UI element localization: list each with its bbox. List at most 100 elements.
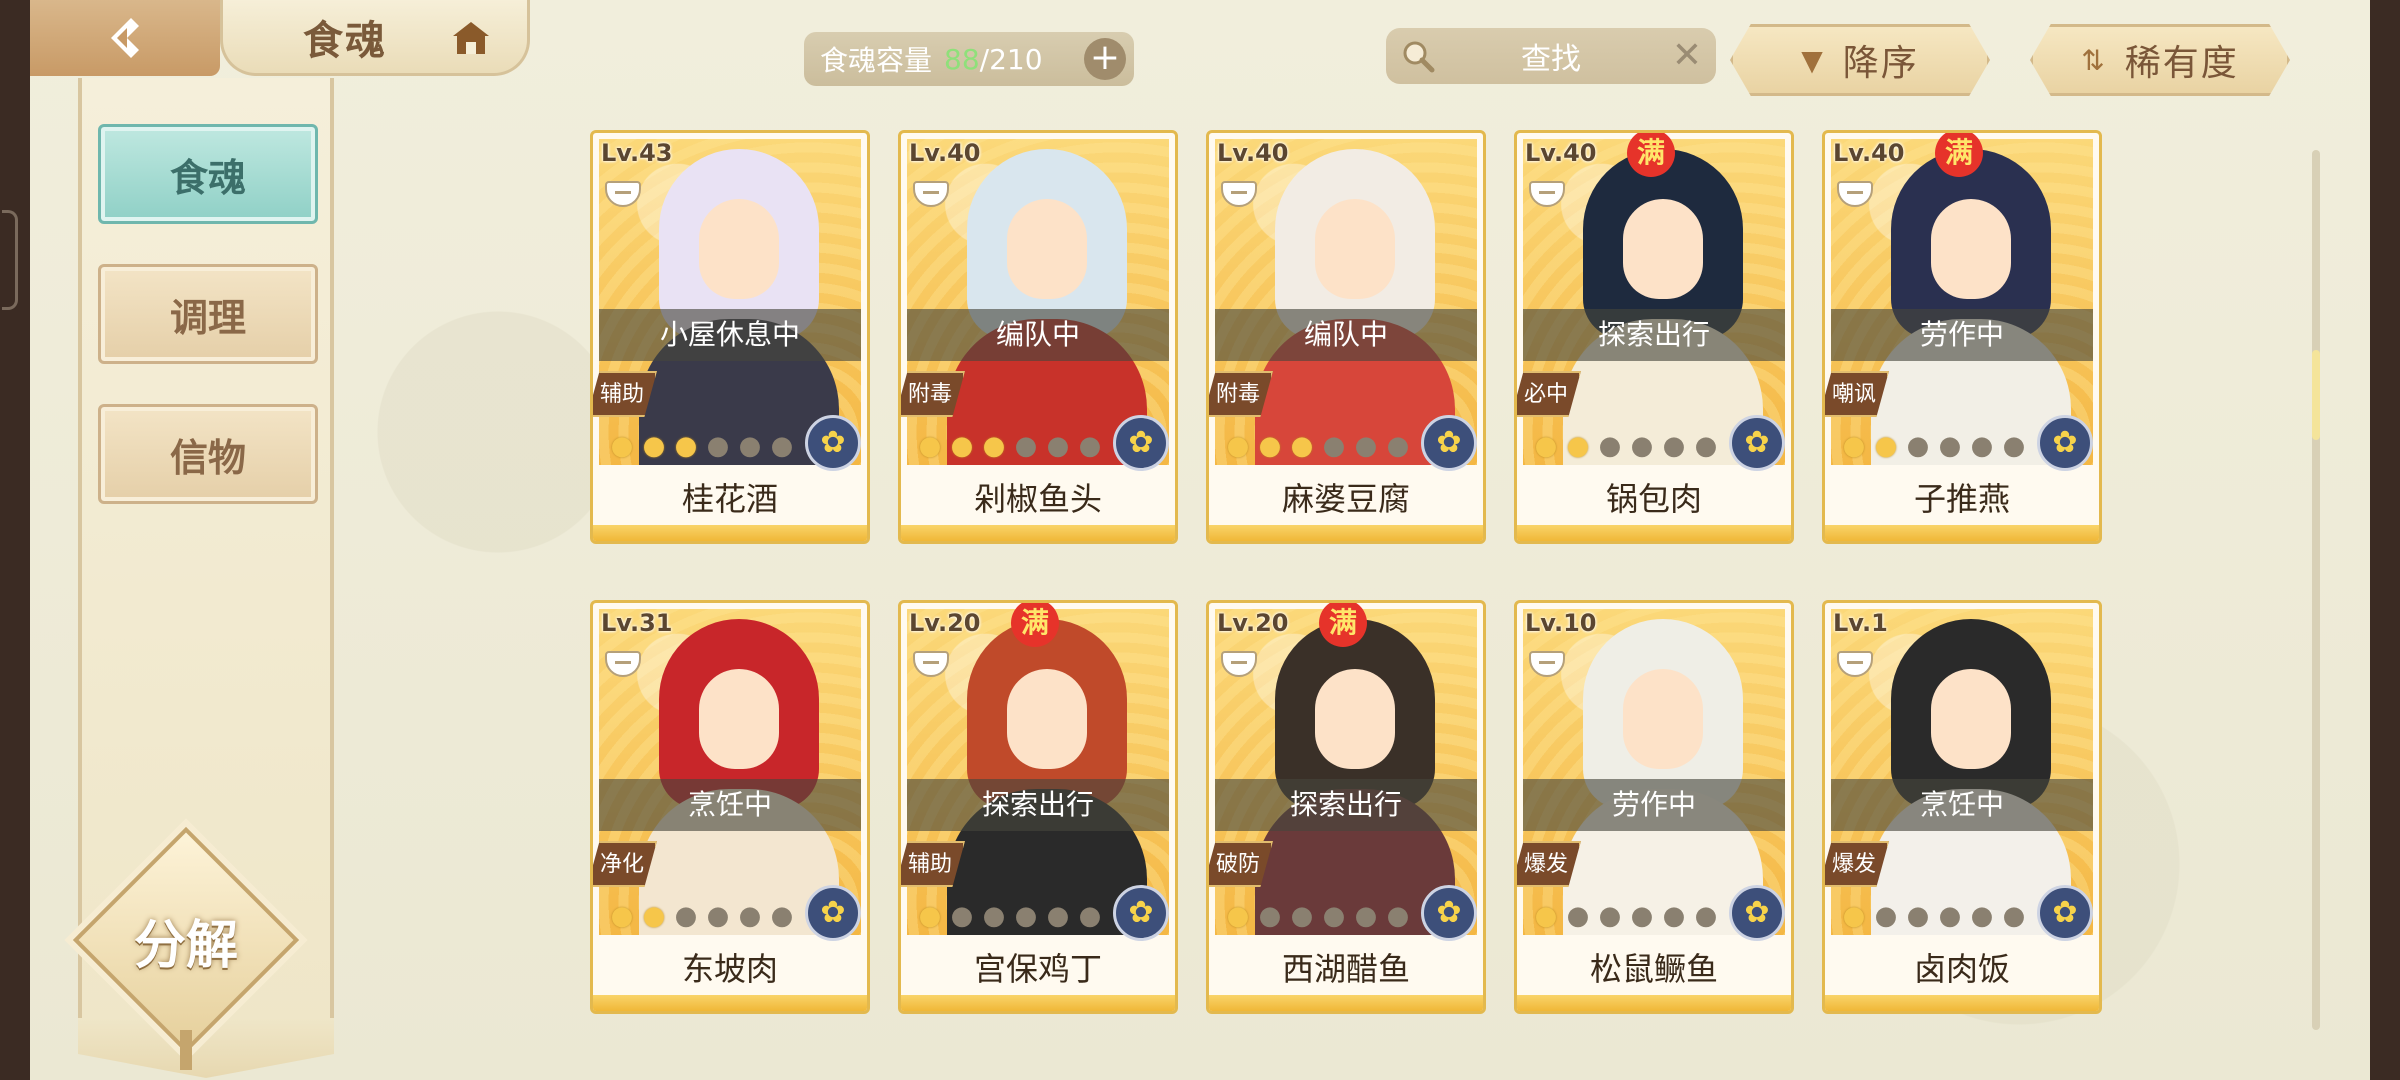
descending-arrow-icon: ▼: [1801, 43, 1825, 77]
food-soul-card[interactable]: Lv.1 烹饪中 爆发 ● ● ● ● ● ● ✿ 卤肉饭: [1822, 600, 2102, 1014]
sort-key-label: 稀有度: [2124, 43, 2239, 84]
sort-key-button[interactable]: ⇅ 稀有度: [2030, 24, 2290, 96]
rarity-star-icon: ●: [1874, 901, 1898, 931]
tab-tokens[interactable]: 信物: [98, 404, 318, 504]
rarity-star-icon: ●: [642, 431, 666, 461]
food-soul-name: 剁椒鱼头: [973, 480, 1102, 518]
card-footer-bar: [593, 995, 867, 1011]
rarity-star-icon: ●: [1630, 901, 1654, 931]
rarity-star-icon: ●: [1386, 901, 1410, 931]
status-label: 探索出行: [1523, 309, 1785, 361]
food-soul-card[interactable]: Lv.40 满 劳作中 嘲讽 ● ● ● ● ● ● ✿ 子推燕: [1822, 130, 2102, 544]
rarity-star-icon: ●: [1258, 431, 1282, 461]
level-label: Lv.20: [909, 609, 981, 637]
rarity-stars: ● ● ● ● ● ●: [1839, 433, 2029, 459]
rarity-star-icon: ●: [1630, 431, 1654, 461]
portrait-face: [1931, 199, 2011, 299]
full-badge: 满: [1011, 603, 1059, 647]
full-badge: 满: [1935, 133, 1983, 177]
portrait-face: [1315, 669, 1395, 769]
status-label: 探索出行: [907, 779, 1169, 831]
rarity-star-icon: ●: [1534, 901, 1558, 931]
rarity-stars: ● ● ● ● ● ●: [1531, 903, 1721, 929]
food-soul-name: 桂花酒: [681, 480, 778, 518]
rarity-star-icon: ●: [1290, 901, 1314, 931]
rarity-star-icon: ●: [1322, 901, 1346, 931]
tab-conditioning[interactable]: 调理: [98, 264, 318, 364]
back-arrow-icon: [111, 18, 139, 58]
search-label: 查找: [1521, 42, 1581, 77]
level-label: Lv.10: [1525, 609, 1597, 637]
capacity-label: 食魂容量: [820, 44, 933, 77]
rarity-star-icon: ●: [1014, 901, 1038, 931]
rarity-star-icon: ●: [1970, 901, 1994, 931]
food-soul-card[interactable]: Lv.43 小屋休息中 辅助 ● ● ● ● ● ● ✿ 桂花酒: [590, 130, 870, 544]
search-icon: [1403, 41, 1435, 73]
game-screen: 食魂 食魂容量 88 /210 + 查找 ✕ ▼ 降序 ⇅ 稀有度 食魂 调理: [30, 0, 2370, 1080]
add-capacity-button[interactable]: +: [1084, 38, 1126, 80]
device-bezel-left: [0, 0, 30, 1080]
food-soul-card[interactable]: Lv.31 烹饪中 净化 ● ● ● ● ● ● ✿ 东坡肉: [590, 600, 870, 1014]
rarity-star-icon: ●: [1534, 431, 1558, 461]
food-soul-name: 卤肉饭: [1913, 950, 2010, 988]
food-soul-name: 松鼠鳜鱼: [1589, 950, 1718, 988]
food-soul-card[interactable]: Lv.20 满 探索出行 破防 ● ● ● ● ● ● ✿ 西湖醋鱼: [1206, 600, 1486, 1014]
level-label: Lv.31: [601, 609, 673, 637]
sort-order-label: 降序: [1842, 43, 1919, 84]
home-icon[interactable]: [451, 20, 491, 56]
element-flower-icon: ✿: [1421, 415, 1477, 471]
rarity-star-icon: ●: [610, 901, 634, 931]
rarity-star-icon: ●: [1258, 901, 1282, 931]
status-label: 小屋休息中: [599, 309, 861, 361]
rarity-stars: ● ● ● ● ● ●: [1223, 433, 1413, 459]
food-soul-card[interactable]: Lv.40 编队中 附毒 ● ● ● ● ● ● ✿ 剁椒鱼头: [898, 130, 1178, 544]
scrollbar-track[interactable]: [2312, 150, 2320, 1030]
rarity-star-icon: ●: [738, 431, 762, 461]
tab-conditioning-label: 调理: [169, 294, 246, 340]
rarity-star-icon: ●: [1906, 431, 1930, 461]
rarity-star-icon: ●: [610, 431, 634, 461]
status-label: 劳作中: [1831, 309, 2093, 361]
capacity-current: 88: [944, 42, 980, 76]
food-soul-card[interactable]: Lv.20 满 探索出行 辅助 ● ● ● ● ● ● ✿ 宫保鸡丁: [898, 600, 1178, 1014]
rarity-star-icon: ●: [1290, 431, 1314, 461]
food-soul-card[interactable]: Lv.10 劳作中 爆发 ● ● ● ● ● ● ✿ 松鼠鳜鱼: [1514, 600, 1794, 1014]
element-flower-icon: ✿: [805, 885, 861, 941]
food-soul-card[interactable]: Lv.40 满 探索出行 必中 ● ● ● ● ● ● ✿ 锅包肉: [1514, 130, 1794, 544]
rarity-star-icon: ●: [950, 431, 974, 461]
rarity-star-icon: ●: [1842, 901, 1866, 931]
search-button[interactable]: 查找 ✕: [1386, 28, 1716, 84]
element-flower-icon: ✿: [1113, 885, 1169, 941]
rarity-star-icon: ●: [1078, 431, 1102, 461]
device-bezel-right: [2370, 0, 2400, 1080]
rarity-stars: ● ● ● ● ● ●: [1839, 903, 2029, 929]
rarity-star-icon: ●: [1842, 431, 1866, 461]
rarity-star-icon: ●: [1662, 901, 1686, 931]
scrollbar-thumb[interactable]: [2312, 350, 2320, 440]
tab-food-souls-label: 食魂: [169, 154, 246, 200]
title-tab: 食魂: [220, 0, 530, 76]
card-footer-bar: [1517, 995, 1791, 1011]
back-button[interactable]: [30, 0, 220, 76]
rarity-star-icon: ●: [2002, 431, 2026, 461]
portrait-face: [1623, 669, 1703, 769]
rarity-star-icon: ●: [674, 901, 698, 931]
tab-food-souls[interactable]: 食魂: [98, 124, 318, 224]
rarity-star-icon: ●: [1970, 431, 1994, 461]
rarity-star-icon: ●: [1694, 431, 1718, 461]
food-soul-card[interactable]: Lv.40 编队中 附毒 ● ● ● ● ● ● ✿ 麻婆豆腐: [1206, 130, 1486, 544]
rarity-star-icon: ●: [1354, 901, 1378, 931]
rarity-star-icon: ●: [918, 431, 942, 461]
card-footer-bar: [1517, 525, 1791, 541]
clear-search-icon[interactable]: ✕: [1672, 36, 1702, 76]
level-label: Lv.40: [1525, 139, 1597, 167]
rarity-star-icon: ●: [1566, 431, 1590, 461]
element-flower-icon: ✿: [2037, 415, 2093, 471]
card-footer-bar: [1825, 525, 2099, 541]
sort-order-button[interactable]: ▼ 降序: [1730, 24, 1990, 96]
status-label: 烹饪中: [599, 779, 861, 831]
rarity-star-icon: ●: [770, 431, 794, 461]
food-soul-name: 西湖醋鱼: [1281, 950, 1410, 988]
decompose-label[interactable]: 分解: [106, 900, 266, 980]
food-soul-name: 麻婆豆腐: [1281, 480, 1410, 518]
